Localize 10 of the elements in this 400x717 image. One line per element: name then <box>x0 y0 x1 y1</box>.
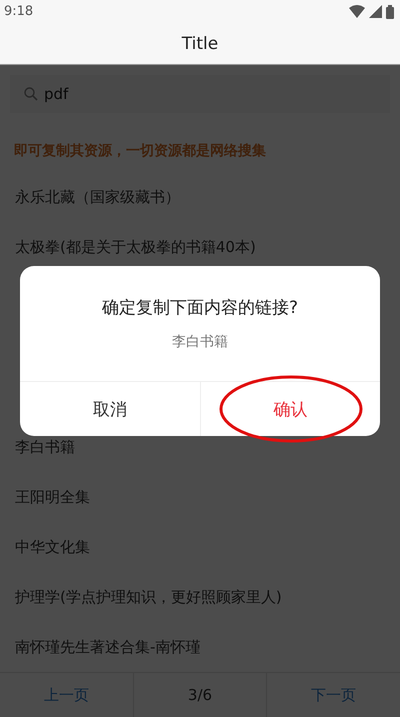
confirm-button[interactable]: 确认 <box>200 382 380 436</box>
cancel-button[interactable]: 取消 <box>20 382 200 436</box>
dialog-title: 确定复制下面内容的链接? <box>100 297 300 319</box>
wifi-icon <box>349 5 365 18</box>
battery-icon <box>386 4 394 19</box>
dialog-message: 李白书籍 <box>171 333 229 351</box>
notice-text: 即可复制其资源，一切资源都是网络搜集 <box>13 142 267 161</box>
signal-icon <box>369 5 382 18</box>
page-title: Title <box>182 34 218 54</box>
status-time: 9:18 <box>4 4 34 20</box>
